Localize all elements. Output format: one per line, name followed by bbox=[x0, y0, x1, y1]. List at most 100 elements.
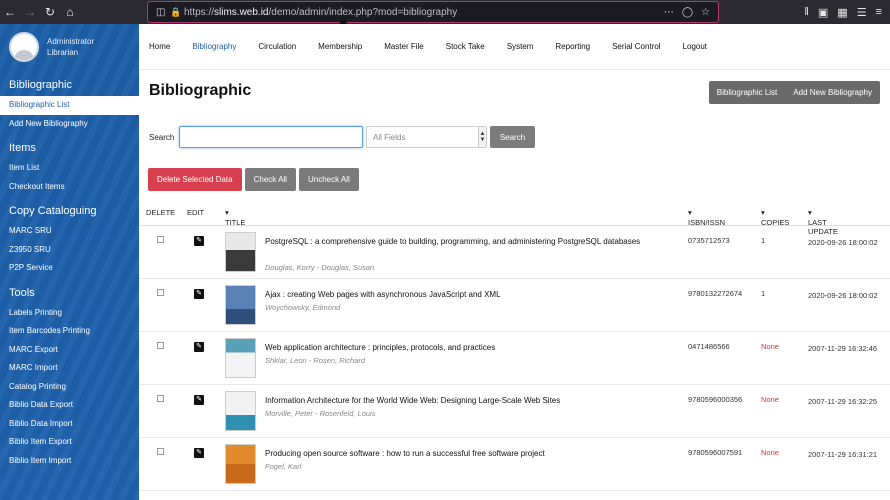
row-checkbox[interactable] bbox=[157, 342, 164, 349]
book-author: Fogel, Karl bbox=[265, 462, 302, 471]
book-cover[interactable] bbox=[225, 285, 256, 325]
menu-icon[interactable]: ≡ bbox=[876, 6, 882, 18]
nav-master-file[interactable]: Master File bbox=[384, 42, 424, 51]
sidebar-item-biblio-data-import[interactable]: Biblio Data Import bbox=[0, 415, 139, 434]
edit-icon[interactable]: ✎ bbox=[194, 236, 204, 246]
sidebar-item-marc-sru[interactable]: MARC SRU bbox=[0, 222, 139, 241]
edit-icon[interactable]: ✎ bbox=[194, 395, 204, 405]
uncheck-all-button[interactable]: Uncheck All bbox=[298, 168, 359, 191]
nav-home[interactable]: Home bbox=[149, 42, 170, 51]
edit-icon[interactable]: ✎ bbox=[194, 289, 204, 299]
book-title[interactable]: Producing open source software : how to … bbox=[265, 447, 675, 461]
user-profile: Administrator Librarian bbox=[0, 24, 139, 70]
book-title[interactable]: Ajax : creating Web pages with asynchron… bbox=[265, 288, 675, 302]
sidebar-item-biblio-data-export[interactable]: Biblio Data Export bbox=[0, 396, 139, 415]
book-copies: 1 bbox=[761, 236, 766, 245]
book-title[interactable]: Web application architecture : principle… bbox=[265, 341, 675, 355]
sidebar-item-marc-import[interactable]: MARC Import bbox=[0, 359, 139, 378]
column-copies[interactable]: COPIES ▾ bbox=[761, 208, 789, 227]
book-isbn: 9780596007591 bbox=[688, 448, 743, 457]
add-new-bibliography-button[interactable]: Add New Bibliography bbox=[785, 81, 880, 104]
library-icon[interactable]: ‖ bbox=[804, 6, 809, 18]
sidebar-item-biblio-item-export[interactable]: Biblio Item Export bbox=[0, 433, 139, 452]
sidebar-item-labels-printing[interactable]: Labels Printing bbox=[0, 304, 139, 323]
sidebar-item-bibliographic-list[interactable]: Bibliographic List bbox=[0, 96, 139, 115]
sidebar-toggle-icon[interactable]: ▣ bbox=[818, 6, 828, 19]
book-cover[interactable] bbox=[225, 391, 256, 431]
shield-icon[interactable]: ◫ bbox=[156, 7, 170, 18]
reload-icon[interactable]: ↻ bbox=[40, 0, 60, 24]
sidebar-section-bibliographic: Bibliographic bbox=[9, 79, 72, 91]
book-last-update: 2020-09-26 18:00:02 bbox=[808, 238, 878, 247]
book-author: Douglas, Korry - Douglas, Susan bbox=[265, 263, 375, 272]
nav-system[interactable]: System bbox=[507, 42, 534, 51]
row-checkbox[interactable] bbox=[157, 395, 164, 402]
row-checkbox[interactable] bbox=[157, 289, 164, 296]
table-row: ✎ Producing open source software : how t… bbox=[139, 438, 890, 491]
sidebar-section-copy-cataloguing: Copy Cataloguing bbox=[9, 205, 97, 217]
search-field-value: All Fields bbox=[373, 132, 406, 142]
forward-icon[interactable]: → bbox=[20, 0, 40, 24]
nav-membership[interactable]: Membership bbox=[318, 42, 362, 51]
nav-reporting[interactable]: Reporting bbox=[555, 42, 590, 51]
nav-circulation[interactable]: Circulation bbox=[258, 42, 296, 51]
nav-bibliography[interactable]: Bibliography bbox=[192, 42, 236, 51]
back-icon[interactable]: ← bbox=[0, 0, 20, 24]
lock-icon[interactable]: 🔒 bbox=[170, 7, 184, 18]
bibliography-table: DELETE EDIT TITLE ▾ ISBN/ISSN ▾ COPIES ▾… bbox=[139, 198, 890, 491]
bookmark-star-icon[interactable]: ☆ bbox=[701, 7, 710, 18]
sidebar-item-p2p-service[interactable]: P2P Service bbox=[0, 259, 139, 278]
table-row: ✎ Information Architecture for the World… bbox=[139, 385, 890, 438]
book-cover[interactable] bbox=[225, 444, 256, 484]
extensions-icon[interactable]: ☰ bbox=[857, 6, 867, 19]
browser-toolbar: ← → ↻ ⌂ ◫ 🔒 https://slims.web.id/demo/ad… bbox=[0, 0, 890, 24]
book-isbn: 0471486566 bbox=[688, 342, 730, 351]
table-row: ✎ PostgreSQL : a comprehensive guide to … bbox=[139, 226, 890, 279]
url-bar[interactable]: ◫ 🔒 https://slims.web.id/demo/admin/inde… bbox=[147, 1, 719, 23]
book-last-update: 2007-11-29 16:31:21 bbox=[808, 450, 878, 459]
book-cover[interactable] bbox=[225, 338, 256, 378]
sidebar-item-item-list[interactable]: Item List bbox=[0, 159, 139, 178]
edit-icon[interactable]: ✎ bbox=[194, 448, 204, 458]
search-field-select[interactable]: All Fields ▲ ▼ bbox=[366, 126, 487, 148]
search-input[interactable] bbox=[179, 126, 363, 148]
bibliographic-list-button[interactable]: Bibliographic List bbox=[709, 81, 785, 104]
top-navigation: Home Bibliography Circulation Membership… bbox=[139, 24, 890, 70]
column-last-update[interactable]: LAST UPDATE ▾ bbox=[808, 208, 838, 236]
row-checkbox[interactable] bbox=[157, 448, 164, 455]
delete-selected-button[interactable]: Delete Selected Data bbox=[148, 168, 242, 191]
url-text[interactable]: https://slims.web.id/demo/admin/index.ph… bbox=[184, 7, 664, 18]
column-isbn[interactable]: ISBN/ISSN ▾ bbox=[688, 208, 725, 227]
more-icon[interactable]: ⋯ bbox=[664, 7, 674, 18]
sidebar-item-biblio-item-import[interactable]: Biblio Item Import bbox=[0, 452, 139, 471]
user-role: Librarian bbox=[47, 48, 79, 57]
book-last-update: 2020-09-26 18:00:02 bbox=[808, 291, 878, 300]
sidebar-item-catalog-printing[interactable]: Catalog Printing bbox=[0, 378, 139, 397]
table-row: ✎ Ajax : creating Web pages with asynchr… bbox=[139, 279, 890, 332]
screenshot-icon[interactable]: ▦ bbox=[837, 6, 847, 19]
nav-stock-take[interactable]: Stock Take bbox=[446, 42, 485, 51]
search-button[interactable]: Search bbox=[490, 126, 535, 148]
bulk-actions: Delete Selected Data Check All Uncheck A… bbox=[148, 168, 359, 191]
sidebar-item-item-barcodes-printing[interactable]: Item Barcodes Printing bbox=[0, 322, 139, 341]
book-copies: None bbox=[761, 448, 779, 457]
nav-serial-control[interactable]: Serial Control bbox=[612, 42, 660, 51]
sidebar-item-add-new-bibliography[interactable]: Add New Bibliography bbox=[0, 115, 139, 134]
sidebar-item-z3950-sru[interactable]: Z3950 SRU bbox=[0, 241, 139, 260]
home-icon[interactable]: ⌂ bbox=[60, 0, 80, 24]
column-title[interactable]: TITLE ▾ bbox=[225, 208, 245, 227]
book-author: Woychowsky, Edmond bbox=[265, 303, 341, 312]
book-title[interactable]: Information Architecture for the World W… bbox=[265, 394, 675, 408]
row-checkbox[interactable] bbox=[157, 236, 164, 243]
page-title: Bibliographic bbox=[149, 82, 252, 99]
chevron-down-icon[interactable]: ▲ ▼ bbox=[478, 127, 486, 147]
sidebar-item-marc-export[interactable]: MARC Export bbox=[0, 341, 139, 360]
edit-icon[interactable]: ✎ bbox=[194, 342, 204, 352]
book-cover[interactable] bbox=[225, 232, 256, 272]
pocket-icon[interactable]: ◯ bbox=[682, 7, 693, 18]
check-all-button[interactable]: Check All bbox=[244, 168, 296, 191]
book-title[interactable]: PostgreSQL : a comprehensive guide to bu… bbox=[265, 235, 675, 249]
nav-logout[interactable]: Logout bbox=[683, 42, 707, 51]
book-last-update: 2007-11-29 16:32:46 bbox=[808, 344, 878, 353]
sidebar-item-checkout-items[interactable]: Checkout Items bbox=[0, 178, 139, 197]
